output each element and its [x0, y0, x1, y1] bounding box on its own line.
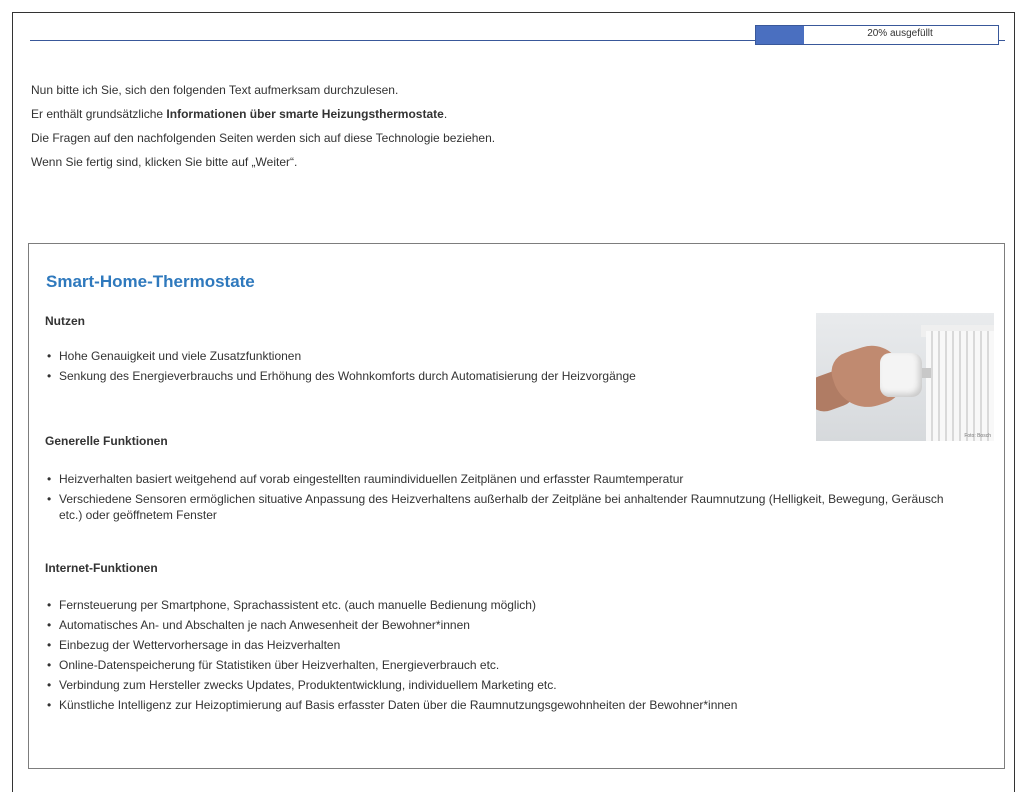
- intro-line-1: Nun bitte ich Sie, sich den folgenden Te…: [31, 83, 399, 97]
- list-item: Künstliche Intelligenz zur Heizoptimieru…: [45, 697, 990, 713]
- header-rule-end: [999, 40, 1005, 41]
- list-item: Verschiedene Sensoren ermöglichen situat…: [45, 491, 945, 523]
- intro-line-3: Die Fragen auf den nachfolgenden Seiten …: [31, 131, 496, 145]
- intro-line-2-bold: Informationen über smarte Heizungsthermo…: [166, 107, 444, 121]
- list-nutzen: Hohe Genauigkeit und viele Zusatzfunktio…: [45, 348, 765, 388]
- info-title: Smart-Home-Thermostate: [46, 272, 255, 291]
- photo-credit: Foto: Bosch: [964, 433, 991, 439]
- list-item: Hohe Genauigkeit und viele Zusatzfunktio…: [45, 348, 765, 364]
- radiator: [926, 331, 994, 441]
- progress-bar-fill: [756, 26, 805, 44]
- list-internet-funktionen: Fernsteuerung per Smartphone, Sprachassi…: [45, 597, 990, 717]
- section-heading-internet-funktionen: Internet-Funktionen: [45, 561, 158, 575]
- header-rule: [30, 40, 755, 41]
- intro-line-2: Er enthält grundsätzliche Informationen …: [31, 107, 495, 131]
- progress-bar: 20% ausgefüllt: [755, 25, 999, 45]
- list-item: Fernsteuerung per Smartphone, Sprachassi…: [45, 597, 990, 613]
- list-generelle-funktionen: Heizverhalten basiert weitgehend auf vor…: [45, 471, 945, 527]
- list-item: Senkung des Energieverbrauchs und Erhöhu…: [45, 368, 765, 384]
- intro-text: Nun bitte ich Sie, sich den folgenden Te…: [31, 83, 495, 179]
- list-item: Heizverhalten basiert weitgehend auf vor…: [45, 471, 945, 487]
- intro-line-2-suffix: .: [443, 107, 448, 121]
- list-item: Automatisches An- und Abschalten je nach…: [45, 617, 990, 633]
- list-item: Online-Datenspeicherung für Statistiken …: [45, 657, 990, 673]
- list-item: Verbindung zum Hersteller zwecks Updates…: [45, 677, 990, 693]
- intro-line-2-prefix: Er enthält grundsätzliche: [31, 107, 167, 121]
- intro-line-4: Wenn Sie fertig sind, klicken Sie bitte …: [31, 155, 298, 169]
- section-heading-generelle-funktionen: Generelle Funktionen: [45, 434, 168, 448]
- thermostat-head: [880, 353, 922, 397]
- list-item: Einbezug der Wettervorhersage in das Hei…: [45, 637, 990, 653]
- info-box: Smart-Home-Thermostate Nutzen Hohe Genau…: [28, 243, 1005, 769]
- thermostat-photo: Foto: Bosch: [816, 313, 994, 441]
- section-heading-nutzen: Nutzen: [45, 314, 85, 328]
- progress-label: 20% ausgefüllt: [867, 28, 933, 39]
